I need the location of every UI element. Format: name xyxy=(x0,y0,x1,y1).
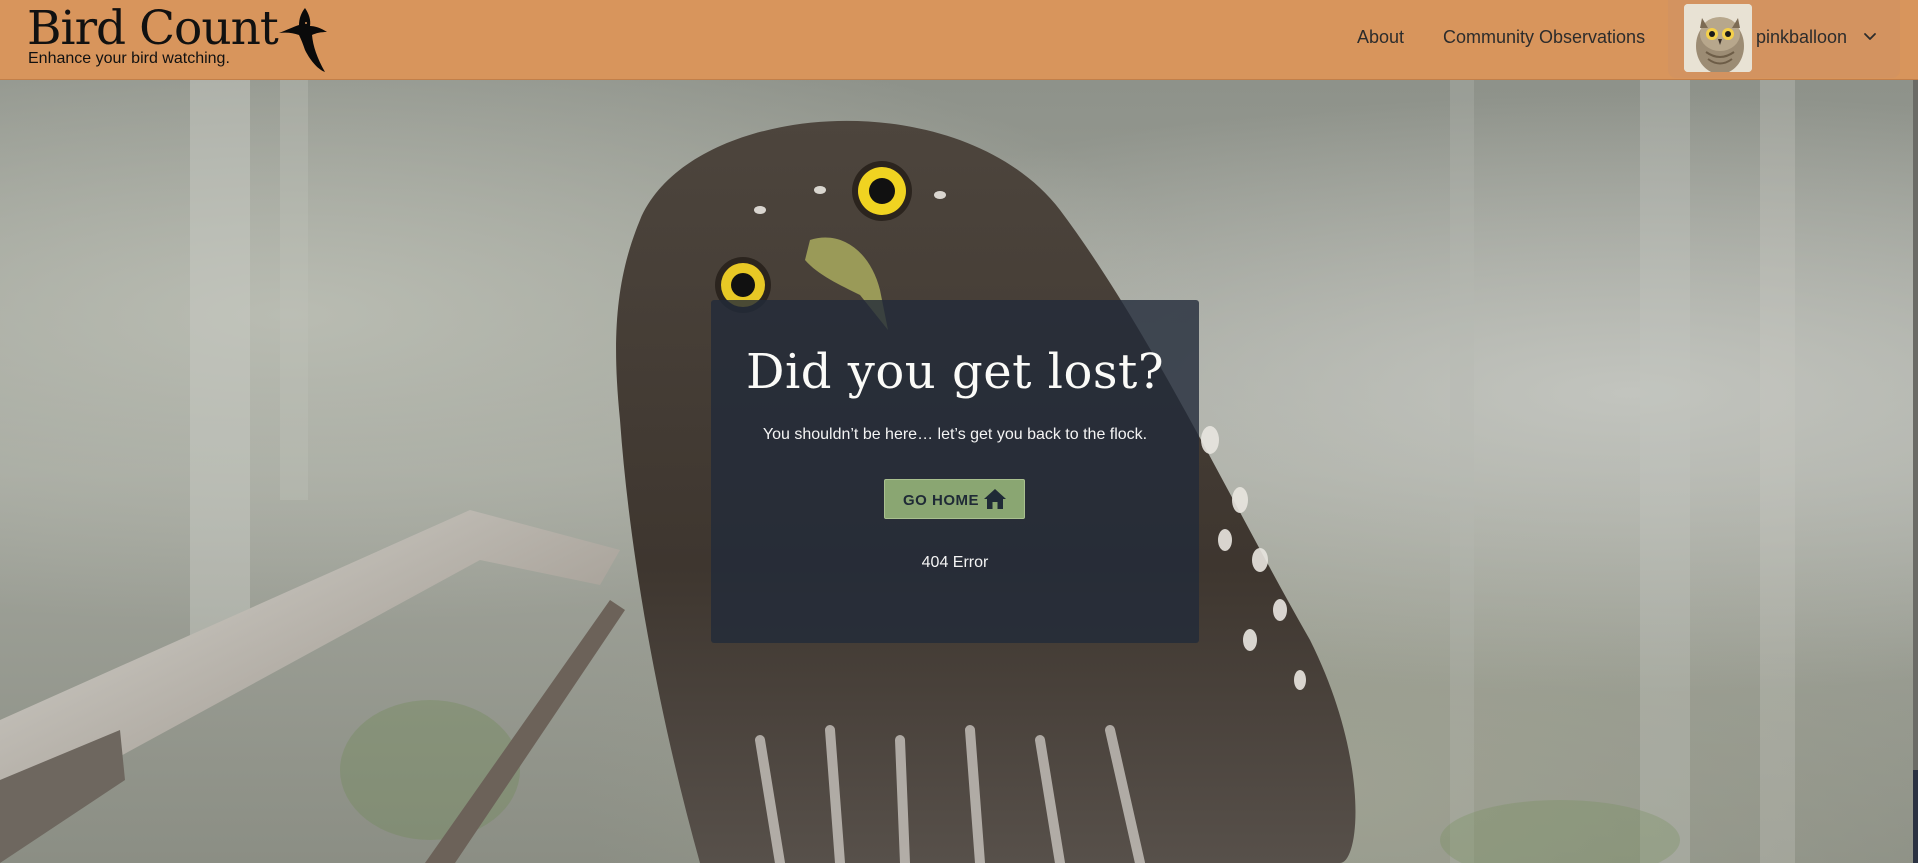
user-menu-dropdown[interactable]: pinkballoon xyxy=(1668,0,1900,78)
chevron-down-icon xyxy=(1864,33,1876,40)
brand-logo-link[interactable]: Bird Count Enhance your bird watching. xyxy=(27,0,327,80)
navbar: Bird Count Enhance your bird watching. A… xyxy=(0,0,1918,80)
scrollbar-thumb[interactable] xyxy=(1913,80,1918,770)
owl-avatar-icon xyxy=(1684,4,1752,72)
error-code: 404 Error xyxy=(921,554,989,571)
brand-tagline: Enhance your bird watching. xyxy=(28,50,230,67)
error-message: You shouldn’t be here… let’s get you bac… xyxy=(762,426,1148,443)
home-icon xyxy=(984,489,1006,509)
username: pinkballoon xyxy=(1756,27,1848,47)
nav-link-about[interactable]: About xyxy=(1357,27,1404,48)
page: Bird Count Enhance your bird watching. A… xyxy=(0,0,1918,863)
go-home-button[interactable]: GO HOME xyxy=(884,479,1025,519)
go-home-button-label: GO HOME xyxy=(903,492,980,509)
bird-silhouette-icon xyxy=(279,8,327,72)
error-title: Did you get lost? xyxy=(745,344,1165,400)
nav-link-community-observations[interactable]: Community Observations xyxy=(1443,27,1645,48)
error-card: Did you get lost? You shouldn’t be here…… xyxy=(711,300,1199,643)
